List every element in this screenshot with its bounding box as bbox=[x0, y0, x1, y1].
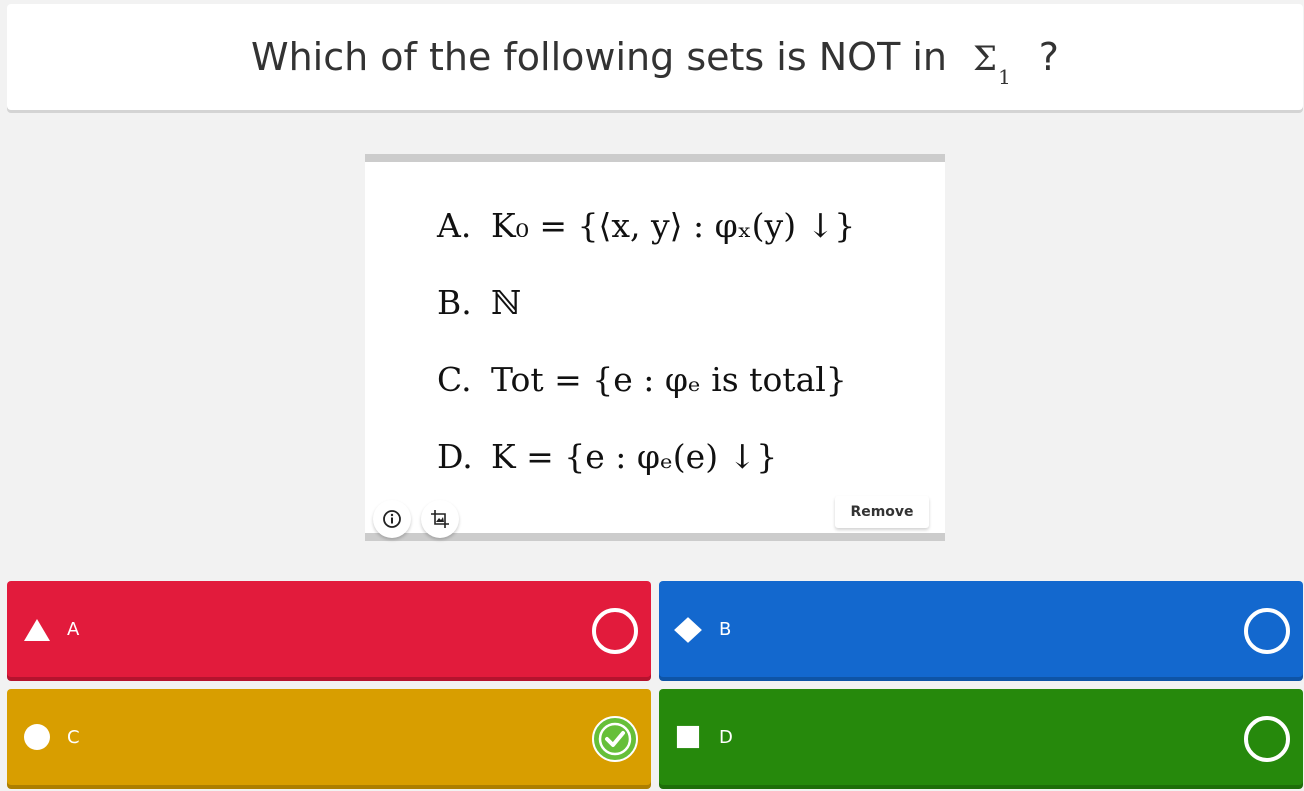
answer-label: A bbox=[67, 619, 80, 640]
diamond-icon bbox=[674, 617, 702, 643]
image-option-a: A. K₀ = {⟨x, y⟩ : φₓ(y) ↓} bbox=[437, 206, 855, 283]
question-text: Which of the following sets is NOT in Σ … bbox=[251, 35, 1059, 89]
sigma-symbol: Σ bbox=[973, 39, 998, 79]
image-option-letter: A. bbox=[437, 206, 472, 245]
answer-select-circle[interactable] bbox=[592, 608, 638, 654]
answer-select-circle[interactable] bbox=[1244, 608, 1290, 654]
image-option-formula: ℕ bbox=[491, 283, 522, 322]
answer-option-c[interactable]: C bbox=[7, 689, 651, 785]
correct-answer-check[interactable] bbox=[592, 716, 638, 762]
image-option-formula: Tot = {e : φₑ is total} bbox=[491, 360, 847, 399]
question-text-main: Which of the following sets is NOT in bbox=[251, 35, 948, 79]
remove-image-button[interactable]: Remove bbox=[835, 496, 929, 528]
image-option-formula: K = {e : φₑ(e) ↓} bbox=[491, 437, 778, 476]
crop-image-button[interactable] bbox=[421, 500, 459, 538]
image-option-letter: B. bbox=[437, 283, 472, 322]
square-icon bbox=[676, 725, 700, 749]
image-option-letter: D. bbox=[437, 437, 473, 476]
image-option-letter: C. bbox=[437, 360, 472, 399]
info-icon bbox=[383, 510, 401, 528]
checkmark-icon bbox=[598, 722, 632, 756]
sigma-subscript: 1 bbox=[998, 65, 1011, 89]
answer-label: B bbox=[719, 619, 732, 640]
answer-option-a[interactable]: A bbox=[7, 581, 651, 677]
answer-select-circle[interactable] bbox=[1244, 716, 1290, 762]
image-option-d: D. K = {e : φₑ(e) ↓} bbox=[437, 437, 855, 514]
answer-label: D bbox=[719, 727, 733, 748]
media-controls bbox=[373, 500, 459, 538]
answer-label: C bbox=[67, 727, 80, 748]
image-option-c: C. Tot = {e : φₑ is total} bbox=[437, 360, 855, 437]
question-mark: ? bbox=[1038, 35, 1059, 79]
image-option-b: B. ℕ bbox=[437, 283, 855, 360]
question-bar[interactable]: Which of the following sets is NOT in Σ … bbox=[7, 4, 1303, 110]
question-image: A. K₀ = {⟨x, y⟩ : φₓ(y) ↓} B. ℕ C. Tot = {e… bbox=[365, 154, 945, 541]
answer-option-d[interactable]: D bbox=[659, 689, 1303, 785]
triangle-icon bbox=[24, 619, 50, 641]
answer-option-b[interactable]: B bbox=[659, 581, 1303, 677]
image-options-list: A. K₀ = {⟨x, y⟩ : φₓ(y) ↓} B. ℕ C. Tot = {e… bbox=[437, 206, 855, 514]
info-button[interactable] bbox=[373, 500, 411, 538]
crop-image-icon bbox=[431, 510, 449, 528]
image-option-formula: K₀ = {⟨x, y⟩ : φₓ(y) ↓} bbox=[491, 206, 856, 245]
circle-icon bbox=[24, 724, 50, 750]
